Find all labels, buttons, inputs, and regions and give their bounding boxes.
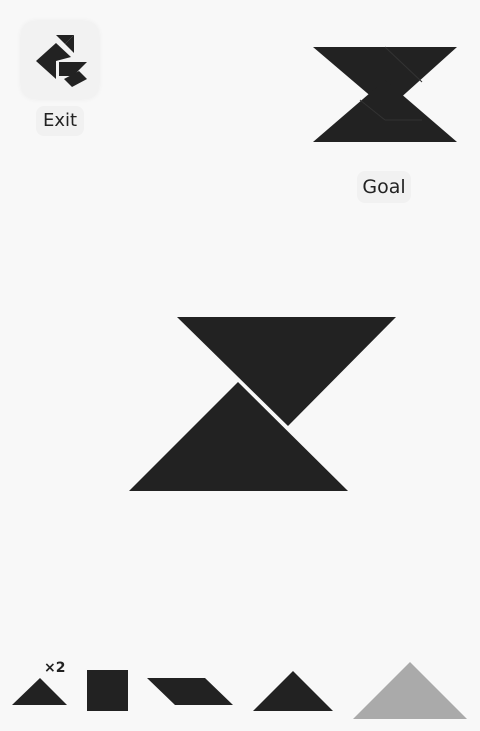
piece-tray bbox=[12, 662, 467, 719]
tangram-game: Exit Goal ×2 bbox=[0, 0, 480, 731]
medium-triangle-piece[interactable] bbox=[253, 671, 333, 711]
large-triangle-piece-used bbox=[353, 662, 467, 719]
placed-large-triangle[interactable] bbox=[177, 317, 396, 426]
square-piece[interactable] bbox=[87, 670, 128, 711]
play-board bbox=[129, 317, 396, 491]
small-triangle-piece[interactable] bbox=[12, 678, 67, 705]
piece-count-badge: ×2 bbox=[44, 660, 66, 676]
parallelogram-piece[interactable] bbox=[147, 678, 233, 705]
